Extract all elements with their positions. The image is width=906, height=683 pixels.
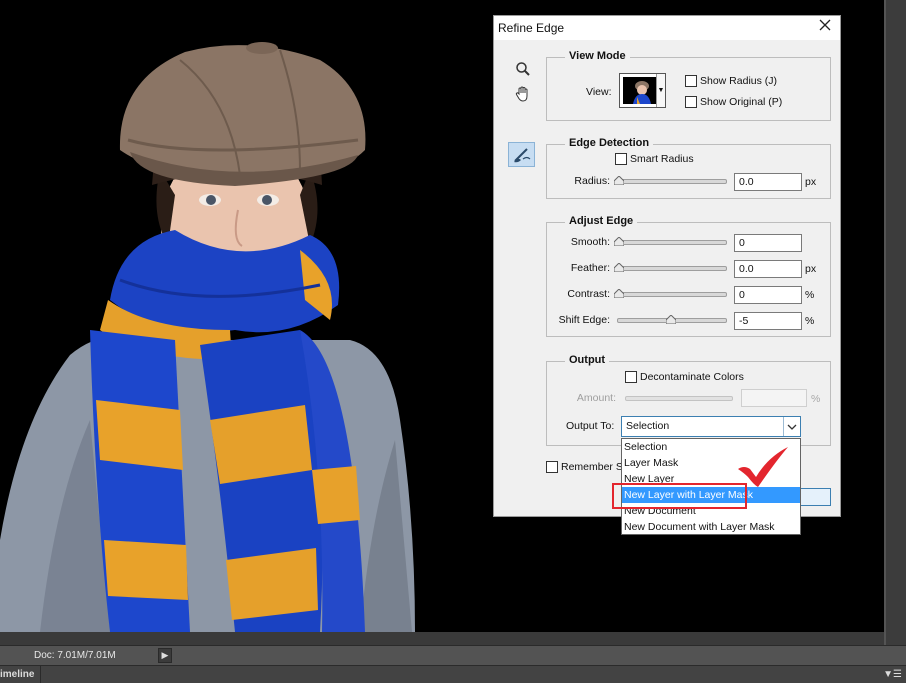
dialog-titlebar[interactable]: Refine Edge [494, 16, 840, 40]
magnifier-icon[interactable] [512, 58, 534, 80]
dialog-title: Refine Edge [498, 21, 565, 35]
shift-edge-slider-thumb[interactable] [666, 315, 676, 324]
smooth-label: Smooth: [570, 236, 610, 248]
photo-boy-with-scarf [0, 42, 415, 632]
shift-edge-input[interactable]: -5 [734, 312, 802, 330]
view-mode-title: View Mode [565, 50, 630, 62]
show-original-checkbox[interactable] [685, 96, 697, 108]
remember-settings-label: Remember Se [561, 461, 629, 473]
doc-size-info: Doc: 7.01M/7.01M [34, 650, 116, 661]
status-menu-arrow-icon[interactable]: ▶ [158, 648, 172, 663]
feather-label: Feather: [570, 262, 610, 274]
view-mode-picker[interactable]: ▼ [619, 73, 666, 108]
refine-radius-brush-icon[interactable] [508, 142, 535, 167]
smooth-input[interactable]: 0 [734, 234, 802, 252]
output-to-select[interactable]: Selection [621, 416, 801, 437]
output-to-label: Output To: [566, 420, 615, 432]
chevron-down-icon[interactable]: ▼ [656, 74, 665, 107]
remember-settings-checkbox[interactable] [546, 461, 558, 473]
decontaminate-colors-checkbox[interactable] [625, 371, 637, 383]
checkmark-icon [738, 447, 788, 487]
radius-unit: px [805, 176, 817, 188]
hand-icon[interactable] [512, 83, 534, 105]
smooth-slider[interactable] [617, 240, 727, 245]
decontaminate-colors-label: Decontaminate Colors [640, 371, 744, 383]
radius-input[interactable]: 0.0 [734, 173, 802, 191]
shift-edge-unit: % [805, 315, 815, 327]
feather-slider-thumb[interactable] [614, 263, 624, 272]
show-original-label: Show Original (P) [700, 96, 783, 108]
show-radius-checkbox[interactable] [685, 75, 697, 87]
adjust-edge-title: Adjust Edge [565, 215, 638, 227]
feather-input[interactable]: 0.0 [734, 260, 802, 278]
amount-unit: % [811, 393, 821, 405]
radius-slider[interactable] [617, 179, 727, 184]
timeline-panel-bar: imeline ▼☰ [0, 665, 906, 683]
status-bar: Doc: 7.01M/7.01M ▶ [0, 645, 906, 665]
smart-radius-checkbox[interactable] [615, 153, 627, 165]
output-to-selected-value: Selection [626, 420, 670, 432]
feather-unit: px [805, 263, 817, 275]
amount-slider [625, 396, 733, 401]
output-title: Output [565, 354, 610, 366]
annotation-highlight-box [612, 483, 747, 509]
feather-slider[interactable] [617, 266, 727, 271]
dropdown-option-new-document-with-layer-mask[interactable]: New Document with Layer Mask [622, 519, 800, 535]
contrast-unit: % [805, 289, 815, 301]
edge-detection-title: Edge Detection [565, 137, 654, 149]
amount-input [741, 389, 807, 407]
right-panel-gutter [884, 0, 906, 645]
close-icon[interactable] [816, 19, 834, 37]
timeline-tab[interactable]: imeline [0, 669, 34, 680]
canvas-bottom-edge [0, 632, 884, 645]
radius-slider-thumb[interactable] [614, 176, 624, 185]
contrast-input[interactable]: 0 [734, 286, 802, 304]
contrast-slider-thumb[interactable] [614, 289, 624, 298]
show-radius-label: Show Radius (J) [700, 75, 778, 87]
shift-edge-label: Shift Edge: [558, 314, 610, 326]
contrast-label: Contrast: [567, 288, 610, 300]
amount-label: Amount: [576, 392, 616, 404]
smooth-slider-thumb[interactable] [614, 237, 624, 246]
view-label: View: [586, 86, 612, 98]
radius-label: Radius: [574, 175, 610, 187]
panel-menu-icon[interactable]: ▼☰ [883, 669, 902, 680]
smart-radius-label: Smart Radius [630, 153, 694, 165]
contrast-slider[interactable] [617, 292, 727, 297]
chevron-down-icon[interactable] [783, 417, 800, 436]
